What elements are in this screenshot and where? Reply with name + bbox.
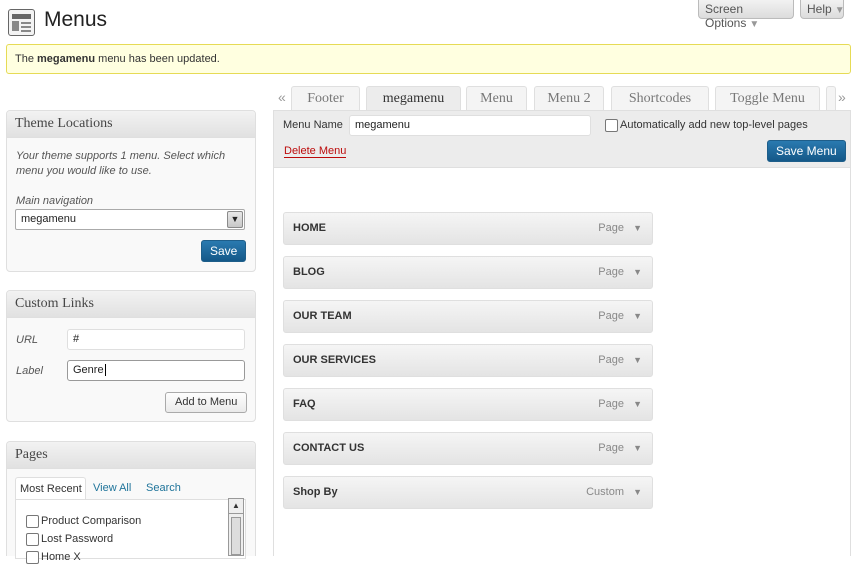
theme-locations-box: Theme Locations Your theme supports 1 me… bbox=[6, 110, 256, 272]
chevron-down-icon[interactable]: ▼ bbox=[633, 487, 642, 497]
notice-suffix: menu has been updated. bbox=[95, 53, 220, 65]
menu-item-title: Shop By bbox=[293, 486, 338, 498]
label-label: Label bbox=[16, 365, 43, 377]
menu-item-type: Page bbox=[598, 222, 624, 234]
main-navigation-select[interactable]: megamenu ▼ bbox=[15, 209, 245, 230]
theme-locations-description: Your theme supports 1 menu. Select which… bbox=[16, 150, 226, 177]
menu-item-title: CONTACT US bbox=[293, 442, 365, 454]
main-navigation-label: Main navigation bbox=[16, 195, 94, 207]
chevron-down-icon[interactable]: ▼ bbox=[633, 267, 642, 277]
tabs-left-arrow[interactable]: « bbox=[278, 89, 286, 105]
notice-menu-name: megamenu bbox=[37, 53, 96, 65]
menu-item-title: OUR SERVICES bbox=[293, 354, 376, 366]
menu-item-title: FAQ bbox=[293, 398, 316, 410]
chevron-down-icon: ▼ bbox=[749, 19, 760, 30]
update-notice: The megamenu menu has been updated. bbox=[6, 44, 851, 74]
chevron-down-icon[interactable]: ▼ bbox=[633, 443, 642, 453]
label-input-value: Genre bbox=[73, 364, 104, 376]
menu-item-our-team[interactable]: OUR TEAM Page ▼ bbox=[283, 300, 653, 333]
menu-item-type: Page bbox=[598, 442, 624, 454]
page-label: Lost Password bbox=[41, 533, 114, 545]
theme-locations-title: Theme Locations bbox=[7, 111, 255, 138]
url-input[interactable]: # bbox=[67, 329, 245, 350]
screen-options-label: Screen Options bbox=[705, 2, 747, 30]
tab-most-recent[interactable]: Most Recent bbox=[15, 477, 86, 500]
tab-toggle-menu[interactable]: Toggle Menu bbox=[715, 86, 820, 111]
page-title: Menus bbox=[44, 8, 108, 31]
custom-links-title: Custom Links bbox=[7, 291, 255, 318]
tab-megamenu[interactable]: megamenu bbox=[366, 86, 461, 112]
menu-item-type: Page bbox=[598, 266, 624, 278]
scroll-up-icon[interactable]: ▲ bbox=[229, 499, 243, 514]
theme-locations-save-button[interactable]: Save bbox=[201, 240, 247, 262]
page-checkbox[interactable] bbox=[26, 533, 39, 546]
url-label: URL bbox=[16, 334, 39, 346]
menu-item-title: BLOG bbox=[293, 266, 325, 278]
tab-overflow[interactable] bbox=[826, 86, 836, 111]
tab-shortcodes[interactable]: Shortcodes bbox=[611, 86, 709, 111]
auto-add-label: Automatically add new top-level pages bbox=[620, 119, 808, 131]
label-input[interactable]: Genre bbox=[67, 360, 245, 381]
page-checkbox[interactable] bbox=[26, 515, 39, 528]
menu-item-faq[interactable]: FAQ Page ▼ bbox=[283, 388, 653, 421]
chevron-down-icon[interactable]: ▼ bbox=[633, 355, 642, 365]
menu-item-our-services[interactable]: OUR SERVICES Page ▼ bbox=[283, 344, 653, 377]
help-label: Help bbox=[807, 2, 832, 16]
text-cursor bbox=[104, 364, 106, 376]
chevron-down-icon[interactable]: ▼ bbox=[227, 211, 243, 228]
menus-page-icon bbox=[8, 9, 35, 36]
custom-links-box: Custom Links URL # Label Genre Add to Me… bbox=[6, 290, 256, 422]
menu-item-title: OUR TEAM bbox=[293, 310, 352, 322]
page-label: Home X bbox=[41, 551, 81, 563]
tab-menu-2[interactable]: Menu 2 bbox=[534, 86, 604, 111]
menu-item-contact-us[interactable]: CONTACT US Page ▼ bbox=[283, 432, 653, 465]
tab-view-all[interactable]: View All bbox=[93, 482, 131, 494]
menu-name-input[interactable]: megamenu bbox=[349, 115, 591, 136]
menu-item-type: Page bbox=[598, 398, 624, 410]
tabs-right-arrow[interactable]: » bbox=[838, 89, 846, 105]
delete-menu-link[interactable]: Delete Menu bbox=[284, 145, 347, 158]
pages-box: Pages Most Recent View All Search Produc… bbox=[6, 441, 256, 564]
tab-menu[interactable]: Menu bbox=[466, 86, 527, 111]
tab-footer[interactable]: Footer bbox=[291, 86, 360, 111]
notice-prefix: The bbox=[15, 53, 38, 65]
pages-title: Pages bbox=[7, 442, 255, 469]
tab-search[interactable]: Search bbox=[146, 482, 181, 494]
main-navigation-selected: megamenu bbox=[21, 213, 77, 225]
menu-item-type: Page bbox=[598, 354, 624, 366]
menu-name-label: Menu Name bbox=[283, 119, 343, 131]
chevron-down-icon[interactable]: ▼ bbox=[633, 223, 642, 233]
menu-item-title: HOME bbox=[293, 222, 326, 234]
pages-list: Product Comparison Lost Password Home X bbox=[15, 499, 246, 564]
chevron-down-icon[interactable]: ▼ bbox=[633, 399, 642, 409]
menu-item-type: Page bbox=[598, 310, 624, 322]
menu-item-shop-by[interactable]: Shop By Custom ▼ bbox=[283, 476, 653, 509]
save-menu-button[interactable]: Save Menu bbox=[767, 140, 846, 162]
menu-item-type: Custom bbox=[586, 486, 624, 498]
page-label: Product Comparison bbox=[41, 515, 142, 527]
chevron-down-icon[interactable]: ▼ bbox=[633, 311, 642, 321]
menu-editor-header: Menu Name megamenu Automatically add new… bbox=[274, 111, 850, 168]
screen-options-button[interactable]: Screen Options ▼ bbox=[698, 0, 794, 30]
help-button[interactable]: Help ▼ bbox=[800, 0, 845, 19]
page-checkbox[interactable] bbox=[26, 551, 39, 564]
tab-most-recent-label: Most Recent bbox=[20, 483, 82, 495]
auto-add-checkbox[interactable] bbox=[605, 119, 618, 132]
pages-scrollbar[interactable]: ▲ bbox=[228, 498, 244, 556]
add-to-menu-button[interactable]: Add to Menu bbox=[165, 392, 248, 413]
menu-item-home[interactable]: HOME Page ▼ bbox=[283, 212, 653, 245]
chevron-down-icon: ▼ bbox=[834, 5, 845, 16]
scroll-thumb[interactable] bbox=[231, 517, 241, 555]
menu-item-blog[interactable]: BLOG Page ▼ bbox=[283, 256, 653, 289]
